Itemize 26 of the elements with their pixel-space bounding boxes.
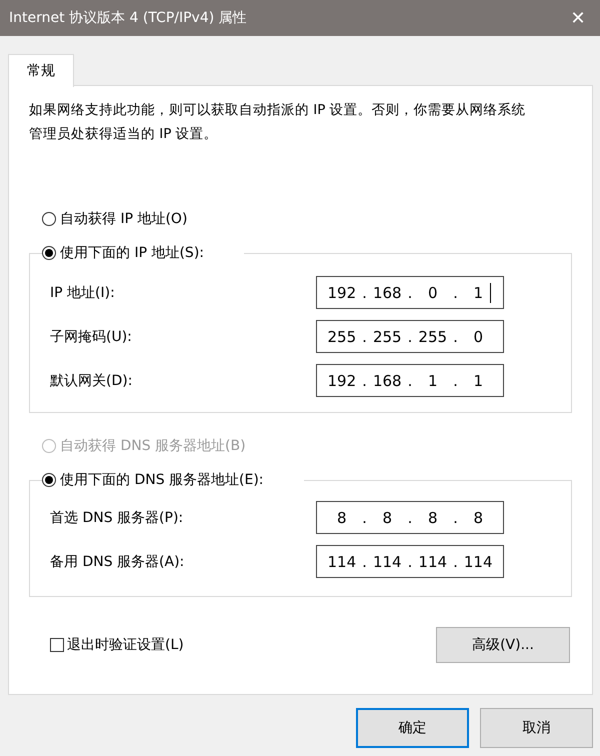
window-title: Internet 协议版本 4 (TCP/IPv4) 属性 — [8, 9, 247, 27]
advanced-button[interactable]: 高级(V)... — [436, 627, 570, 663]
description-text: 如果网络支持此功能，则可以获取自动指派的 IP 设置。否则，你需要从网络系统管理员处获得适当的 IP 设置。 — [29, 101, 527, 144]
radio-button[interactable] — [42, 246, 56, 260]
field-label: 首选 DNS 服务器(P): — [50, 508, 184, 526]
radio-button[interactable] — [42, 212, 56, 226]
ip-address-field[interactable]: 192 . 168 . 1 . 1 — [316, 364, 504, 397]
field-label: 默认网关(D): — [50, 372, 134, 390]
checkbox-label: 退出时验证设置(L) — [67, 636, 184, 654]
ip-address-field[interactable]: 114 . 114 . 114 . 114 — [316, 545, 504, 578]
close-button[interactable]: ✕ — [556, 0, 600, 36]
radio-label: 自动获得 IP 地址(O) — [60, 210, 188, 228]
ip-address-field[interactable]: 192 . 168 . 0 . 1 — [316, 276, 504, 309]
ip-address-field[interactable]: 8 . 8 . 8 . 8 — [316, 501, 504, 534]
ip-address-field[interactable]: 255 . 255 . 255 . 0 — [316, 320, 504, 353]
radio-label: 自动获得 DNS 服务器地址(B) — [60, 437, 246, 455]
field-label: 备用 DNS 服务器(A): — [50, 552, 186, 570]
dialog-button[interactable]: 确定 — [356, 708, 469, 748]
checkbox[interactable] — [50, 638, 64, 652]
field-label: 子网掩码(U): — [50, 328, 133, 346]
dialog-button[interactable]: 取消 — [480, 708, 593, 748]
radio-label: 使用下面的 DNS 服务器地址(E): — [60, 471, 264, 489]
radio-button[interactable] — [42, 473, 56, 487]
field-label: IP 地址(I): — [50, 284, 116, 302]
radio-label: 使用下面的 IP 地址(S): — [60, 244, 204, 262]
tab[interactable]: 常规 — [8, 54, 74, 87]
